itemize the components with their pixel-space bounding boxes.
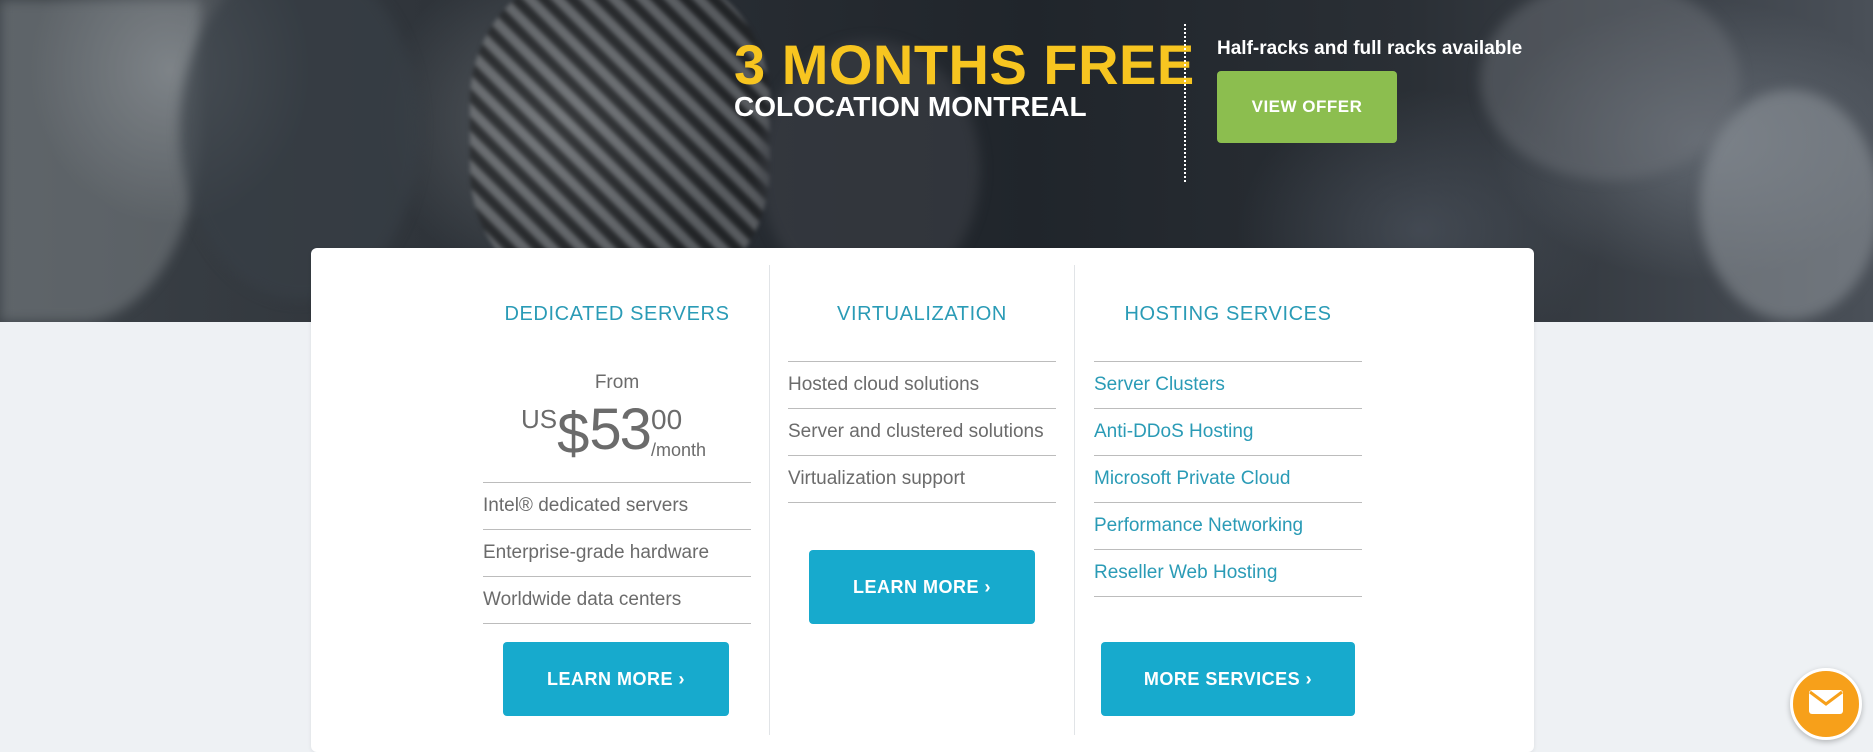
price-from-label: From bbox=[594, 372, 640, 393]
dedicated-features-list: Intel® dedicated servers Enterprise-grad… bbox=[483, 482, 751, 624]
hosting-link-performance-networking[interactable]: Performance Networking bbox=[1094, 502, 1362, 549]
virtualization-features-list: Hosted cloud solutions Server and cluste… bbox=[788, 361, 1056, 503]
promo-headline: 3 MONTHS FREE bbox=[734, 33, 1195, 96]
hosting-services-title[interactable]: HOSTING SERVICES bbox=[1094, 303, 1362, 326]
hosting-link-reseller-hosting[interactable]: Reseller Web Hosting bbox=[1094, 549, 1362, 597]
view-offer-button[interactable]: VIEW OFFER bbox=[1217, 71, 1397, 143]
price-amount: 53 bbox=[589, 397, 651, 462]
hosting-link-anti-ddos[interactable]: Anti-DDoS Hosting bbox=[1094, 408, 1362, 455]
price-currency: US bbox=[521, 404, 558, 434]
list-item: Intel® dedicated servers bbox=[483, 482, 751, 529]
hosting-services-list: Server Clusters Anti-DDoS Hosting Micros… bbox=[1094, 361, 1362, 597]
column-divider bbox=[769, 265, 770, 735]
promo-subheadline: COLOCATION MONTREAL bbox=[734, 91, 1087, 122]
list-item: Worldwide data centers bbox=[483, 576, 751, 624]
price-display: US$53 00 /month bbox=[521, 396, 706, 466]
dedicated-servers-title[interactable]: DEDICATED SERVERS bbox=[483, 303, 751, 326]
services-card: DEDICATED SERVERS From US$53 00 /month I… bbox=[311, 248, 1534, 752]
envelope-icon bbox=[1808, 689, 1844, 720]
list-item: Server and clustered solutions bbox=[788, 408, 1056, 455]
chat-button[interactable] bbox=[1790, 668, 1862, 740]
promo-divider bbox=[1184, 24, 1186, 182]
price-symbol: $ bbox=[557, 401, 590, 466]
price-period: /month bbox=[651, 440, 707, 460]
list-item: Virtualization support bbox=[788, 455, 1056, 503]
list-item: Hosted cloud solutions bbox=[788, 361, 1056, 408]
price-cents: 00 bbox=[651, 404, 683, 435]
more-services-button[interactable]: MORE SERVICES › bbox=[1101, 642, 1355, 716]
promo-headline-block: 3 MONTHS FREE COLOCATION MONTREAL bbox=[734, 34, 1195, 122]
hosting-link-server-clusters[interactable]: Server Clusters bbox=[1094, 361, 1362, 408]
virtualization-title[interactable]: VIRTUALIZATION bbox=[788, 303, 1056, 326]
list-item: Enterprise-grade hardware bbox=[483, 529, 751, 576]
offer-text: Half-racks and full racks available bbox=[1217, 38, 1523, 59]
hosting-link-private-cloud[interactable]: Microsoft Private Cloud bbox=[1094, 455, 1362, 502]
column-divider bbox=[1074, 265, 1075, 735]
virtualization-learn-more-button[interactable]: LEARN MORE › bbox=[809, 550, 1035, 624]
dedicated-learn-more-button[interactable]: LEARN MORE › bbox=[503, 642, 729, 716]
